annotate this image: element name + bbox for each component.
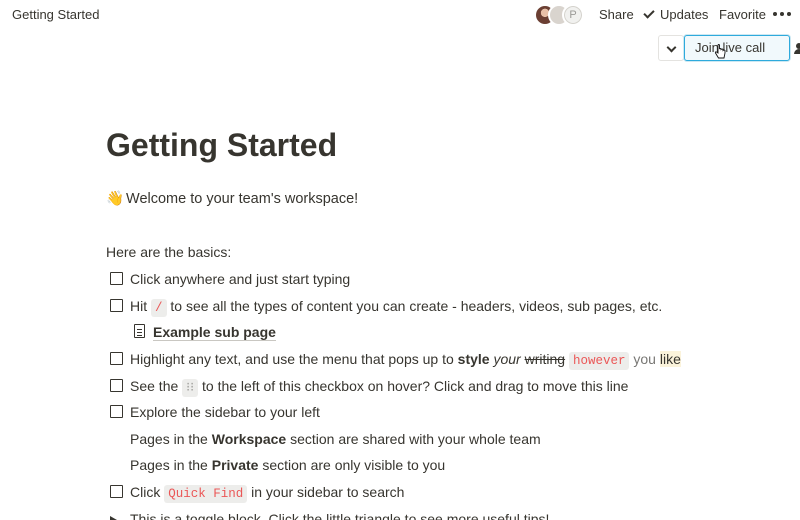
chevron-down-icon	[666, 42, 677, 53]
topbar: Getting Started P Share Updates Favorite	[0, 0, 800, 30]
join-live-call-label: Join live call	[695, 40, 766, 55]
todo-text[interactable]: Hit / to see all the types of content yo…	[130, 298, 663, 317]
muted-text: you	[633, 351, 656, 367]
favorite-button[interactable]: Favorite	[719, 7, 766, 22]
todo-checkbox[interactable]	[110, 352, 123, 365]
todo-text[interactable]: See the ⁝⁝ to the left of this checkbox …	[130, 378, 629, 397]
welcome-text: Welcome to your team's workspace!	[126, 191, 359, 207]
todo-checkbox[interactable]	[110, 379, 123, 392]
welcome-line[interactable]: 👋 Welcome to your team's workspace!	[106, 190, 358, 207]
hand-cursor-icon	[714, 44, 726, 59]
updates-button[interactable]: Updates	[643, 7, 709, 22]
page-title[interactable]: Getting Started	[106, 127, 337, 164]
collaborator-avatars[interactable]: P	[534, 4, 586, 26]
call-options-button[interactable]	[658, 35, 684, 61]
todo-text-part: Click	[130, 484, 161, 500]
bold-text: style	[457, 351, 490, 367]
person-icon	[794, 43, 800, 55]
check-icon	[643, 7, 655, 19]
inline-code: however	[568, 352, 630, 370]
todo-checkbox[interactable]	[110, 299, 123, 312]
toggle-triangle-icon[interactable]	[110, 516, 117, 520]
share-button[interactable]: Share	[599, 7, 634, 22]
breadcrumb[interactable]: Getting Started	[12, 7, 99, 22]
nested-text[interactable]: Pages in the Workspace section are share…	[130, 431, 541, 447]
todo-text[interactable]: Highlight any text, and use the menu tha…	[130, 351, 681, 370]
todo-checkbox[interactable]	[110, 405, 123, 418]
italic-text: your	[493, 351, 521, 367]
todo-text-part: in your sidebar to search	[251, 484, 405, 500]
page-icon	[134, 324, 145, 338]
todo-text[interactable]: Click Quick Find in your sidebar to sear…	[130, 484, 405, 503]
sub-page-label: Example sub page	[153, 324, 276, 341]
highlighted-text: like	[659, 351, 681, 367]
todo-checkbox[interactable]	[110, 272, 123, 285]
todo-text-part: to see all the types of content you can …	[170, 298, 663, 314]
text-part: Pages in the	[130, 457, 208, 473]
drag-handle-icon: ⁝⁝	[182, 379, 199, 397]
bold-text: Private	[211, 457, 259, 473]
todo-text-part: Highlight any text, and use the menu tha…	[130, 351, 454, 367]
text-part: Pages in the	[130, 431, 208, 447]
todo-checkbox[interactable]	[110, 485, 123, 498]
inline-code: /	[151, 299, 167, 317]
more-icon[interactable]	[773, 12, 791, 16]
todo-text[interactable]: Explore the sidebar to your left	[130, 404, 320, 420]
inline-code: Quick Find	[164, 485, 248, 503]
text-part: section are only visible to you	[262, 457, 446, 473]
nested-text[interactable]: Pages in the Private section are only vi…	[130, 457, 445, 473]
todo-text[interactable]: Click anywhere and just start typing	[130, 271, 350, 287]
join-live-call-button[interactable]: Join live call	[684, 35, 800, 61]
basics-heading[interactable]: Here are the basics:	[106, 244, 231, 260]
updates-label: Updates	[660, 7, 709, 22]
toggle-text[interactable]: This is a toggle block. Click the little…	[130, 511, 549, 520]
todo-text-part: Hit	[130, 298, 148, 314]
waving-hand-icon: 👋	[106, 191, 125, 207]
text-part: section are shared with your whole team	[290, 431, 541, 447]
todo-text-part: See the	[130, 378, 179, 394]
bold-text: Workspace	[211, 431, 287, 447]
avatar[interactable]: P	[562, 4, 584, 26]
strikethrough-text: writing	[524, 351, 566, 367]
todo-text-part: to the left of this checkbox on hover? C…	[202, 378, 629, 394]
